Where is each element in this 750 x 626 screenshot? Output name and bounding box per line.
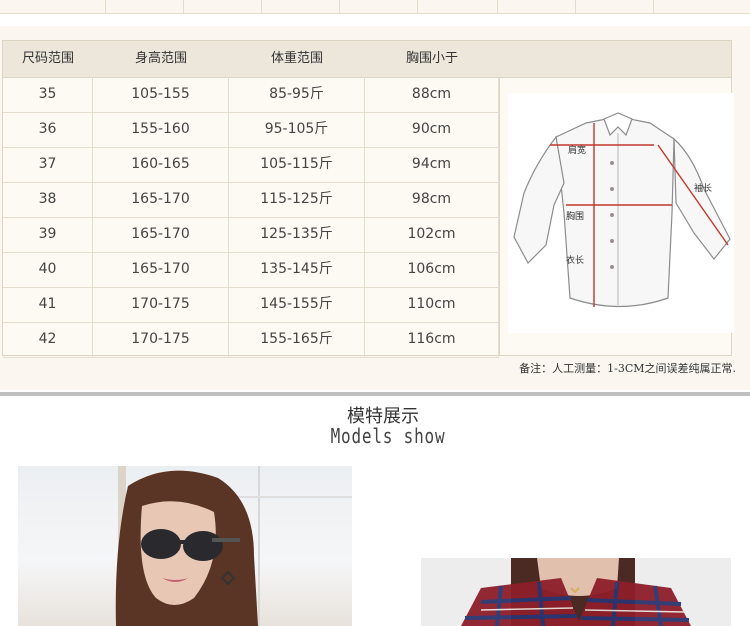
prev-cell <box>498 0 576 14</box>
cell-weight: 85-95斤 <box>229 77 365 112</box>
table-row: 38 165-170 115-125斤 98cm <box>3 182 499 218</box>
cell-size: 35 <box>3 77 93 112</box>
cell-size: 39 <box>3 217 93 252</box>
header-height: 身高范围 <box>134 51 187 66</box>
model-photo-1 <box>18 466 352 626</box>
cell-weight: 125-135斤 <box>229 217 365 252</box>
cell-height: 105-155 <box>93 77 229 112</box>
cell-chest: 110cm <box>365 287 499 322</box>
cell-height: 160-165 <box>93 147 229 182</box>
table-row: 40 165-170 135-145斤 106cm <box>3 252 499 288</box>
cell-chest: 116cm <box>365 322 499 357</box>
cell-weight: 135-145斤 <box>229 252 365 287</box>
previous-table-cutoff <box>0 0 750 14</box>
prev-cell <box>418 0 498 14</box>
cell-height: 165-170 <box>93 252 229 287</box>
shirt-diagram-cell: 肩宽 袖长 胸围 衣长 <box>499 77 734 355</box>
cell-height: 170-175 <box>93 322 229 357</box>
size-chart-section: 尺码范围 身高范围 体重范围 胸围小于 35 105-155 85-95斤 88cm 3… <box>0 26 750 390</box>
table-row: 36 155-160 95-105斤 90cm <box>3 112 499 148</box>
shirt-diagram: 肩宽 袖长 胸围 衣长 <box>508 93 734 333</box>
header-weight: 体重范围 <box>270 51 323 66</box>
prev-cell <box>0 0 106 14</box>
measurement-note: 备注：人工测量：1-3CM之间误差纯属正常. <box>519 362 736 375</box>
cell-weight: 95-105斤 <box>229 112 365 147</box>
prev-cell <box>184 0 262 14</box>
cell-weight: 145-155斤 <box>229 287 365 322</box>
section-title-en: Models show <box>330 424 446 448</box>
shirt-outline <box>513 112 731 308</box>
cell-height: 155-160 <box>93 112 229 147</box>
cell-height: 165-170 <box>93 217 229 252</box>
size-table: 尺码范围 身高范围 体重范围 胸围小于 35 105-155 85-95斤 88cm 3… <box>2 40 734 358</box>
prev-cell <box>340 0 418 14</box>
section-divider <box>0 392 750 396</box>
cell-chest: 102cm <box>365 217 499 252</box>
cell-height: 165-170 <box>93 182 229 217</box>
table-row: 37 160-165 105-115斤 94cm <box>3 147 499 183</box>
model-photo-1-art <box>115 466 352 626</box>
cell-size: 40 <box>3 252 93 287</box>
cell-weight: 155-165斤 <box>229 322 365 357</box>
table-row: 42 170-175 155-165斤 116cm <box>3 322 499 358</box>
cell-chest: 106cm <box>365 252 499 287</box>
header-size: 尺码范围 <box>21 51 74 66</box>
model-photo-2 <box>421 558 731 626</box>
prev-cell <box>106 0 184 14</box>
shoulder-label: 肩宽 <box>568 144 586 156</box>
cell-size: 41 <box>3 287 93 322</box>
cell-height: 170-175 <box>93 287 229 322</box>
chest-label: 胸围 <box>566 210 584 222</box>
table-row: 39 165-170 125-135斤 102cm <box>3 217 499 253</box>
table-row: 41 170-175 145-155斤 110cm <box>3 287 499 323</box>
cell-size: 42 <box>3 322 93 357</box>
cell-size: 36 <box>3 112 93 147</box>
model-photo-2-art <box>421 558 731 626</box>
prev-cell <box>576 0 654 14</box>
length-label: 衣长 <box>566 254 584 266</box>
cell-chest: 94cm <box>365 147 499 182</box>
table-row: 35 105-155 85-95斤 88cm <box>3 77 499 113</box>
sleeve-label: 袖长 <box>694 182 712 194</box>
shirt-diagram-svg: 肩宽 袖长 胸围 衣长 <box>513 112 731 308</box>
cell-size: 38 <box>3 182 93 217</box>
table-header: 尺码范围 身高范围 体重范围 胸围小于 <box>3 41 731 78</box>
cell-chest: 98cm <box>365 182 499 217</box>
cell-chest: 90cm <box>365 112 499 147</box>
cell-size: 37 <box>3 147 93 182</box>
cell-chest: 88cm <box>365 77 499 112</box>
cell-weight: 105-115斤 <box>229 147 365 182</box>
cell-weight: 115-125斤 <box>229 182 365 217</box>
prev-cell <box>262 0 340 14</box>
header-chest: 胸围小于 <box>405 51 458 66</box>
